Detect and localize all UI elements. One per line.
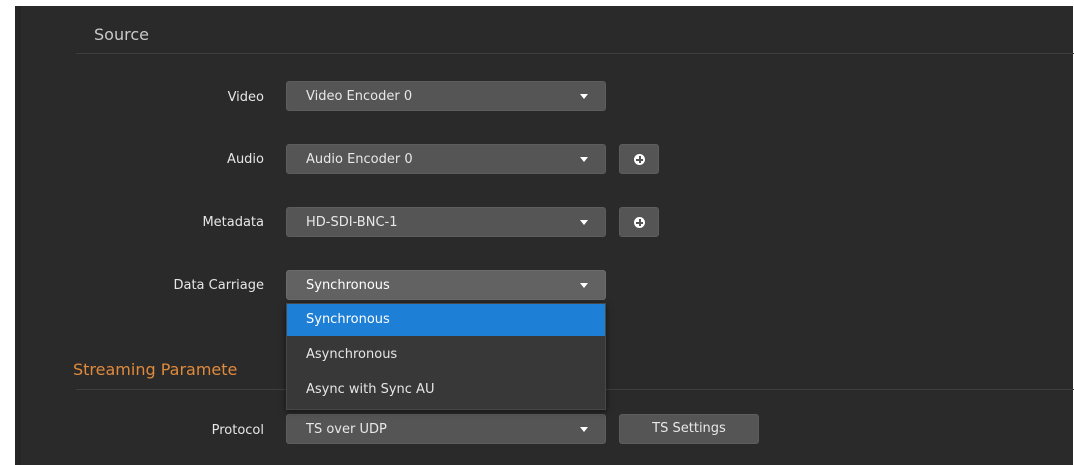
dropdown-option-synchronous[interactable]: Synchronous: [287, 304, 605, 336]
add-metadata-button[interactable]: [619, 207, 659, 237]
settings-panel: Source Video Video Encoder 0 Audio Audio…: [0, 6, 1074, 465]
plus-circle-icon: [634, 217, 645, 228]
audio-label: Audio: [227, 152, 264, 167]
metadata-select[interactable]: HD-SDI-BNC-1: [286, 207, 606, 237]
caret-down-icon: [580, 427, 588, 432]
dropdown-option-async-with-sync-au[interactable]: Async with Sync AU: [287, 374, 605, 406]
panel-inner: Source Video Video Encoder 0 Audio Audio…: [21, 6, 1074, 465]
video-label: Video: [227, 90, 264, 105]
video-select-value: Video Encoder 0: [306, 89, 413, 104]
audio-select-value: Audio Encoder 0: [306, 152, 413, 167]
protocol-label: Protocol: [211, 423, 264, 438]
caret-down-icon: [580, 283, 588, 288]
plus-circle-icon: [634, 154, 645, 165]
caret-down-icon: [580, 94, 588, 99]
section-divider: [76, 53, 1074, 54]
data-carriage-select-value: Synchronous: [306, 278, 390, 293]
protocol-select-value: TS over UDP: [306, 422, 387, 437]
dropdown-option-asynchronous[interactable]: Asynchronous: [287, 339, 605, 371]
data-carriage-select[interactable]: Synchronous: [286, 270, 606, 300]
protocol-select[interactable]: TS over UDP: [286, 414, 606, 444]
ts-settings-button[interactable]: TS Settings: [619, 414, 759, 444]
section-title-source: Source: [94, 25, 149, 44]
metadata-label: Metadata: [202, 215, 264, 230]
caret-down-icon: [580, 157, 588, 162]
metadata-select-value: HD-SDI-BNC-1: [306, 215, 398, 230]
add-audio-button[interactable]: [619, 144, 659, 174]
audio-select[interactable]: Audio Encoder 0: [286, 144, 606, 174]
data-carriage-label: Data Carriage: [173, 278, 264, 293]
data-carriage-dropdown-menu: Synchronous Asynchronous Async with Sync…: [286, 303, 606, 410]
section-title-streaming: Streaming Paramete: [73, 360, 238, 379]
caret-down-icon: [580, 220, 588, 225]
video-select[interactable]: Video Encoder 0: [286, 81, 606, 111]
